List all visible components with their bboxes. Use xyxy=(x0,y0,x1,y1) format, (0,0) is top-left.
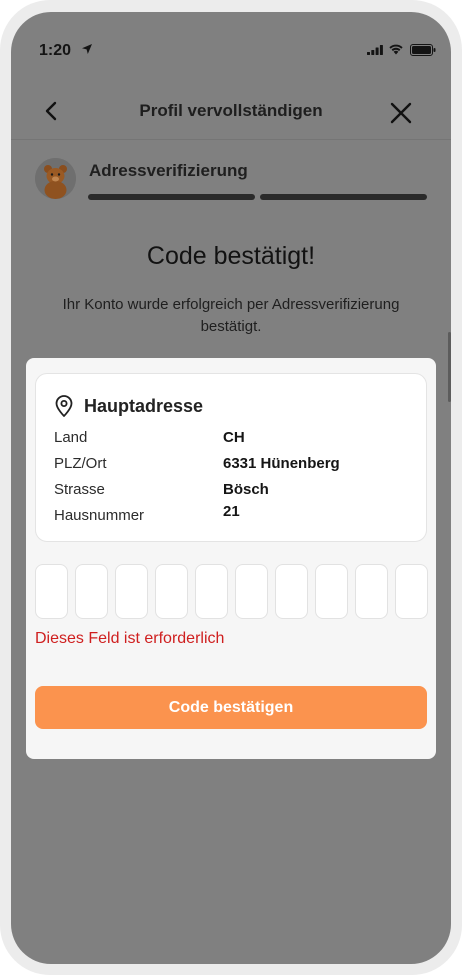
code-digit-input[interactable] xyxy=(35,564,68,619)
code-digit-input[interactable] xyxy=(115,564,148,619)
close-icon[interactable] xyxy=(389,101,413,125)
scroll-indicator xyxy=(448,332,451,402)
avatar xyxy=(35,158,76,199)
location-pin-icon xyxy=(55,395,73,417)
step-label: Adressverifizierung xyxy=(89,161,248,180)
address-title: Hauptadresse xyxy=(84,396,204,416)
signal-icon xyxy=(367,45,383,55)
app-screen: 1:20 Profil vervollständigen Adressverif… xyxy=(11,12,451,964)
code-input-group xyxy=(35,564,430,620)
wifi-icon xyxy=(389,44,403,55)
address-value-country: CH xyxy=(223,429,245,446)
code-digit-input[interactable] xyxy=(395,564,428,619)
code-error-message: Dieses Feld ist erforderlich xyxy=(35,630,225,647)
status-time: 1:20 xyxy=(39,42,72,59)
code-digit-input[interactable] xyxy=(315,564,348,619)
code-digit-input[interactable] xyxy=(275,564,308,619)
battery-icon xyxy=(410,44,436,56)
phone-frame: 1:20 Profil vervollständigen Adressverif… xyxy=(0,0,462,975)
nav-header: Profil vervollständigen xyxy=(11,84,451,140)
code-digit-input[interactable] xyxy=(235,564,268,619)
verification-modal: Hauptadresse Land CH PLZ/Ort 6331 Hünenb… xyxy=(26,358,436,759)
address-value-zip-city: 6331 Hünenberg xyxy=(223,455,340,472)
code-digit-input[interactable] xyxy=(155,564,188,619)
code-digit-input[interactable] xyxy=(355,564,388,619)
confirm-code-button[interactable]: Code bestätigen xyxy=(35,686,427,729)
address-value-house-number: 21 xyxy=(223,503,240,520)
teddy-bear-icon xyxy=(35,158,76,199)
confirmation-headline: Code bestätigt! xyxy=(146,242,316,270)
progress-segment xyxy=(260,194,427,200)
address-label-country: Land xyxy=(54,429,88,446)
address-card: Hauptadresse Land CH PLZ/Ort 6331 Hünenb… xyxy=(35,373,427,542)
address-label-street: Strasse xyxy=(54,481,105,498)
address-label-zip-city: PLZ/Ort xyxy=(54,455,107,472)
status-bar: 1:20 xyxy=(11,12,451,82)
address-value-street: Bösch xyxy=(223,481,269,498)
code-digit-input[interactable] xyxy=(75,564,108,619)
code-digit-input[interactable] xyxy=(195,564,228,619)
confirmation-message: Ihr Konto wurde erfolgreich per Adressve… xyxy=(62,296,400,335)
progress-segment xyxy=(88,194,255,200)
page-title: Profil vervollständigen xyxy=(139,101,323,120)
address-label-house-number: Hausnummer xyxy=(54,507,145,524)
location-arrow-icon xyxy=(82,44,92,54)
